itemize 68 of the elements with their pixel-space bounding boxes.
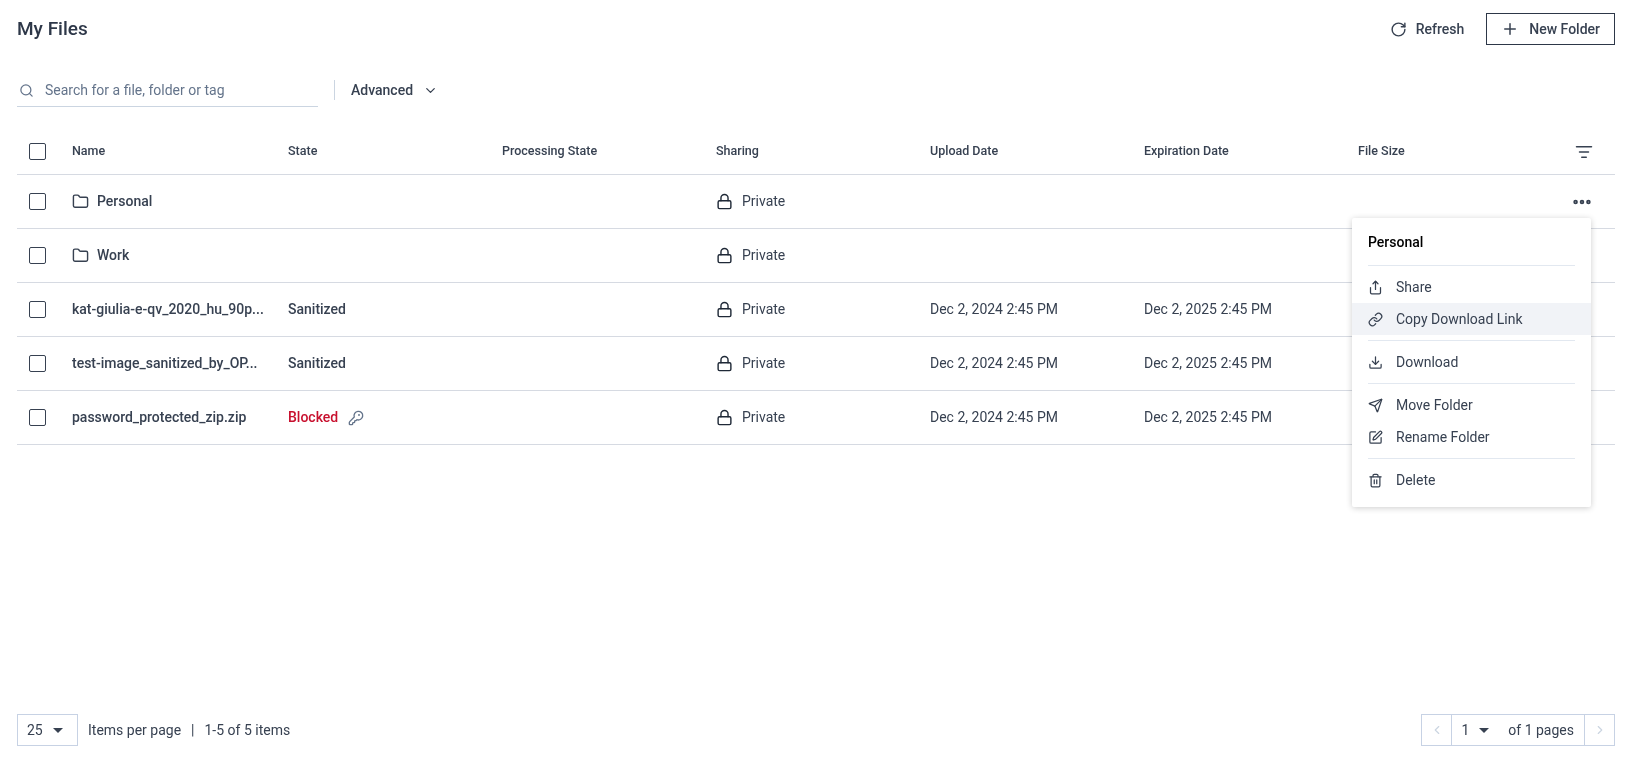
column-header: State (288, 142, 319, 161)
checkbox[interactable] (29, 143, 46, 160)
expiration-date: Dec 2, 2025 2:45 PM (1144, 355, 1272, 371)
page-size-dropdown[interactable]: 25 (17, 714, 78, 746)
sharing-text: Private (742, 354, 786, 373)
menu-title: Personal (1368, 234, 1424, 250)
expiration-date: Dec 2, 2025 2:45 PM (1144, 409, 1272, 425)
state-text: Sanitized (288, 354, 346, 373)
delete-icon (1368, 472, 1383, 488)
file-name[interactable]: Personal (97, 191, 153, 212)
menu-item[interactable]: Download (1352, 346, 1591, 378)
column-header: Name (72, 142, 107, 161)
link-icon (1368, 311, 1383, 327)
key-icon (348, 409, 365, 426)
menu-item[interactable]: Delete (1352, 464, 1591, 496)
checkbox[interactable] (29, 193, 46, 210)
column-header: Expiration Date (1144, 142, 1230, 161)
sharing-text: Private (742, 300, 786, 319)
advanced-dropdown[interactable]: Advanced (351, 79, 439, 101)
page-count: of 1 pages (1507, 720, 1575, 740)
file-name[interactable]: password_protected_zip.zip (72, 407, 247, 428)
column-header: Sharing (716, 142, 760, 161)
expiration-date: Dec 2, 2025 2:45 PM (1144, 301, 1272, 317)
sharing-text: Private (742, 192, 786, 211)
column-header: Upload Date (930, 142, 1000, 161)
lock-icon (716, 247, 733, 264)
upload-date: Dec 2, 2024 2:45 PM (930, 409, 1058, 425)
menu-item[interactable]: Share (1352, 271, 1591, 303)
checkbox[interactable] (29, 355, 46, 372)
folder-icon (72, 247, 89, 264)
file-name[interactable]: Work (97, 245, 130, 266)
share-icon (1368, 279, 1383, 295)
lock-icon (716, 355, 733, 372)
column-header: Processing State (502, 142, 599, 161)
sharing-text: Private (742, 246, 786, 265)
rename-icon (1368, 429, 1383, 445)
download-icon (1368, 354, 1383, 370)
refresh-button[interactable]: Refresh (1389, 18, 1465, 40)
new-folder-button[interactable]: New Folder (1486, 13, 1615, 45)
state-text: Sanitized (288, 300, 346, 319)
lock-icon (716, 409, 733, 426)
sharing-text: Private (742, 408, 786, 427)
menu-item[interactable]: Copy Download Link (1352, 303, 1591, 335)
checkbox[interactable] (29, 301, 46, 318)
search-field[interactable]: Search for a file, folder or tag (17, 73, 318, 107)
upload-date: Dec 2, 2024 2:45 PM (930, 301, 1058, 317)
refresh-icon (1389, 20, 1407, 38)
move-icon (1368, 397, 1383, 413)
lock-icon (716, 301, 733, 318)
checkbox[interactable] (29, 247, 46, 264)
items-per-page-label: Items per page (88, 720, 182, 740)
item-range: 1-5 of 5 items (204, 720, 291, 740)
file-name[interactable]: kat-giulia-e-qv_2020_hu_90p... (72, 299, 264, 320)
column-header: File Size (1358, 142, 1406, 161)
caret-icon (52, 727, 63, 733)
lock-icon (716, 193, 733, 210)
search-icon (19, 83, 34, 98)
checkbox[interactable] (29, 409, 46, 426)
menu-item[interactable]: Rename Folder (1352, 421, 1591, 453)
menu-item[interactable]: Move Folder (1352, 389, 1591, 421)
page-title: My Files (17, 15, 88, 42)
caret-icon (1479, 727, 1490, 733)
page-dropdown[interactable]: 1 (1452, 719, 1499, 741)
file-name[interactable]: test-image_sanitized_by_OP... (72, 353, 258, 374)
folder-icon (72, 193, 89, 210)
separator: | (191, 720, 195, 740)
upload-date: Dec 2, 2024 2:45 PM (930, 355, 1058, 371)
state-text: Blocked (288, 408, 339, 427)
